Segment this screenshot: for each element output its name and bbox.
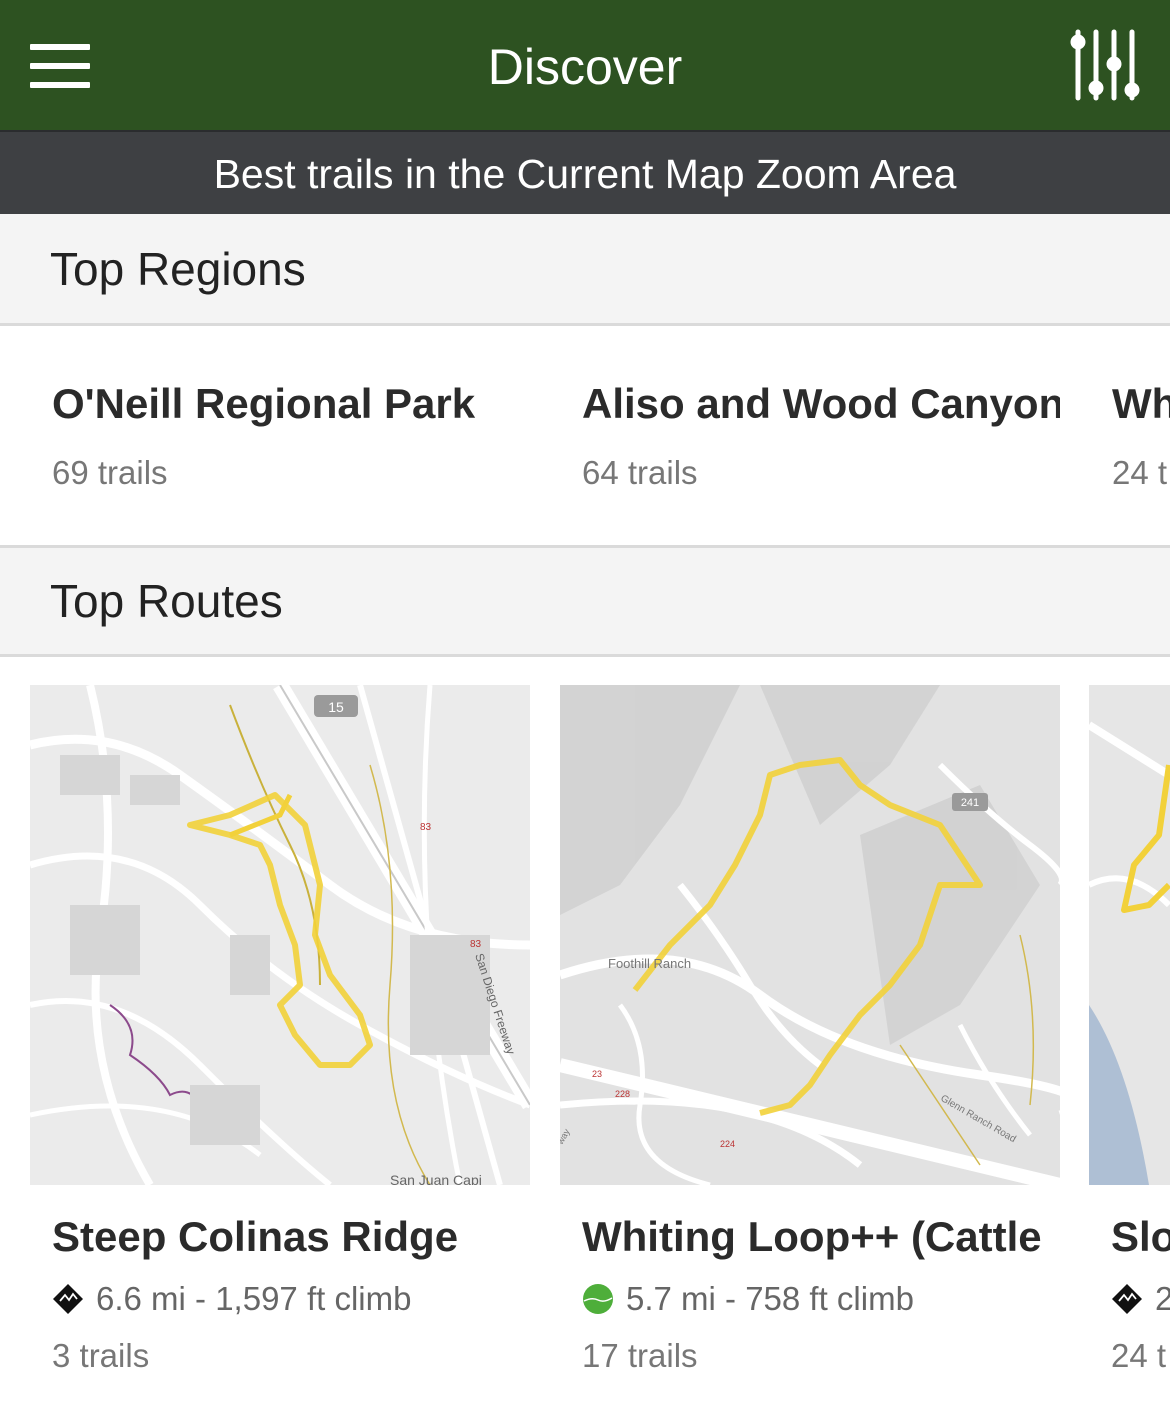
black-diamond-icon — [53, 1284, 83, 1314]
route-distance-climb: 6.6 mi - 1,597 ft climb — [96, 1280, 412, 1317]
black-diamond-icon — [1112, 1284, 1142, 1314]
region-name: Aliso and Wood Canyon — [582, 380, 1060, 427]
route-map-thumbnail: 241 Foothill Ranch 23 228 224 Glenn Ranc… — [560, 685, 1060, 1185]
map-label: Foothill Ranch — [608, 956, 691, 971]
route-card[interactable]: 15 83 83 San Diego Freeway San Juan Capi… — [30, 685, 530, 1375]
map-label: 23 — [592, 1069, 602, 1079]
region-card[interactable]: Wh 24 t — [1112, 380, 1170, 492]
route-trail-count: 3 trails — [52, 1337, 150, 1374]
region-card[interactable]: O'Neill Regional Park 69 trails — [52, 380, 572, 492]
map-label: 228 — [615, 1089, 630, 1099]
region-name: Wh — [1112, 380, 1170, 427]
section-header-regions: Top Regions — [0, 214, 1170, 326]
route-name: Steep Colinas Ridge — [52, 1213, 459, 1260]
route-trail-count: 17 trails — [582, 1337, 698, 1374]
region-trail-count: 69 trails — [52, 454, 168, 491]
map-label: 224 — [720, 1139, 735, 1149]
sliders-filter-icon[interactable] — [1070, 28, 1142, 104]
route-stats: 6.6 mi - 1,597 ft climb — [30, 1277, 530, 1321]
map-label: 83 — [420, 822, 432, 833]
route-name: Whiting Loop++ (Cattle — [582, 1213, 1042, 1260]
region-trail-count: 64 trails — [582, 454, 698, 491]
route-name: Slo — [1111, 1213, 1170, 1260]
app-header: Discover — [0, 0, 1170, 130]
route-distance-climb: 2 — [1155, 1280, 1170, 1317]
route-card[interactable]: 241 Foothill Ranch 23 228 224 Glenn Ranc… — [560, 685, 1060, 1375]
route-stats: 2 — [1089, 1277, 1170, 1321]
region-trail-count: 24 t — [1112, 454, 1168, 491]
route-stats: 5.7 mi - 758 ft climb — [560, 1277, 1060, 1321]
green-circle-icon — [583, 1284, 613, 1314]
route-trail-count: 24 t — [1111, 1337, 1167, 1374]
section-header-routes: Top Routes — [0, 545, 1170, 657]
map-label: 15 — [328, 699, 344, 715]
region-name: O'Neill Regional Park — [52, 380, 476, 427]
map-label: San Juan Capi — [390, 1172, 482, 1185]
page-title: Discover — [487, 39, 683, 95]
route-distance-climb: 5.7 mi - 758 ft climb — [626, 1280, 914, 1317]
map-label: 241 — [961, 797, 979, 809]
map-label: 83 — [470, 939, 482, 950]
region-card[interactable]: Aliso and Wood Canyon 64 trails — [582, 380, 1060, 492]
route-map-thumbnail: 15 83 83 San Diego Freeway San Juan Capi — [30, 685, 530, 1185]
route-map-thumbnail — [1089, 685, 1170, 1185]
map-zoom-banner: Best trails in the Current Map Zoom Area — [0, 130, 1170, 214]
route-card[interactable]: Slo 2 24 t — [1089, 685, 1170, 1375]
